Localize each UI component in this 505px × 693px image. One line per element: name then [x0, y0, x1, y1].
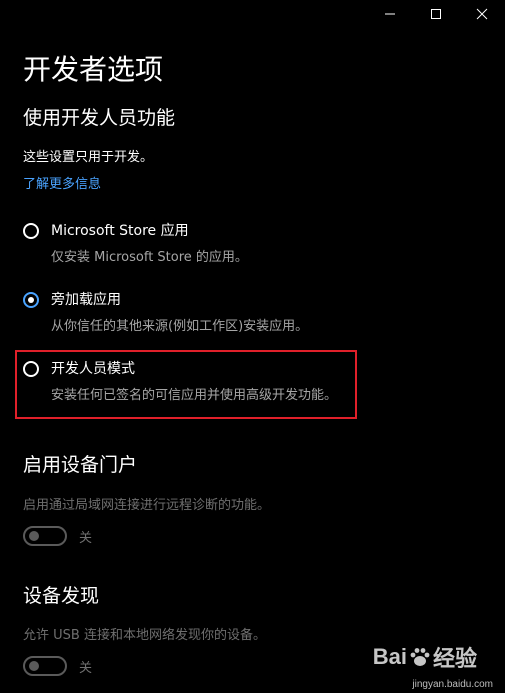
page-title: 开发者选项 [23, 53, 164, 86]
maximize-button[interactable] [413, 0, 459, 28]
radio-label: 开发人员模式 [51, 361, 135, 377]
baidu-watermark: Bai 经验 [373, 641, 477, 673]
watermark-brand: Bai [372, 644, 407, 669]
watermark-suffix: 经验 [432, 646, 477, 671]
radio-option-sideload-apps[interactable]: 旁加载应用 [23, 290, 121, 310]
radio-subtext: 仅安装 Microsoft Store 的应用。 [51, 250, 248, 265]
maximize-icon [431, 9, 441, 19]
radio-subtext: 安装任何已签名的可信应用并使用高级开发功能。 [51, 388, 338, 403]
device-discovery-toggle[interactable] [23, 656, 67, 676]
toggle-state-label: 关 [79, 660, 93, 676]
window-titlebar [367, 0, 505, 28]
radio-button-unchecked[interactable] [23, 223, 39, 239]
radio-subtext: 从你信任的其他来源(例如工作区)安装应用。 [51, 319, 309, 334]
toggle-state-label: 关 [79, 530, 93, 546]
radio-label: 旁加载应用 [51, 292, 121, 308]
minimize-icon [385, 13, 395, 15]
close-button[interactable] [459, 0, 505, 28]
device-portal-toggle[interactable] [23, 526, 67, 546]
radio-button-checked[interactable] [23, 292, 39, 308]
dev-features-description: 这些设置只用于开发。 [23, 150, 154, 165]
toggle-knob [29, 531, 39, 541]
watermark-url: jingyan.baidu.com [412, 679, 493, 690]
learn-more-link[interactable]: 了解更多信息 [23, 176, 101, 194]
device-discovery-description: 允许 USB 连接和本地网络发现你的设备。 [23, 628, 266, 643]
device-discovery-heading: 设备发现 [23, 585, 100, 607]
device-portal-description: 启用通过局域网连接进行远程诊断的功能。 [23, 498, 271, 513]
radio-option-store-apps[interactable]: Microsoft Store 应用 [23, 221, 189, 241]
dev-features-heading: 使用开发人员功能 [23, 107, 176, 129]
radio-option-developer-mode[interactable]: 开发人员模式 [23, 359, 135, 379]
close-icon [476, 8, 488, 20]
device-discovery-toggle-row: 关 [23, 656, 92, 676]
device-portal-toggle-row: 关 [23, 526, 92, 546]
toggle-knob [29, 661, 39, 671]
radio-button-unchecked[interactable] [23, 361, 39, 377]
radio-label: Microsoft Store 应用 [51, 223, 189, 239]
minimize-button[interactable] [367, 0, 413, 28]
paw-logo-icon [410, 648, 430, 666]
device-portal-heading: 启用设备门户 [23, 454, 138, 476]
